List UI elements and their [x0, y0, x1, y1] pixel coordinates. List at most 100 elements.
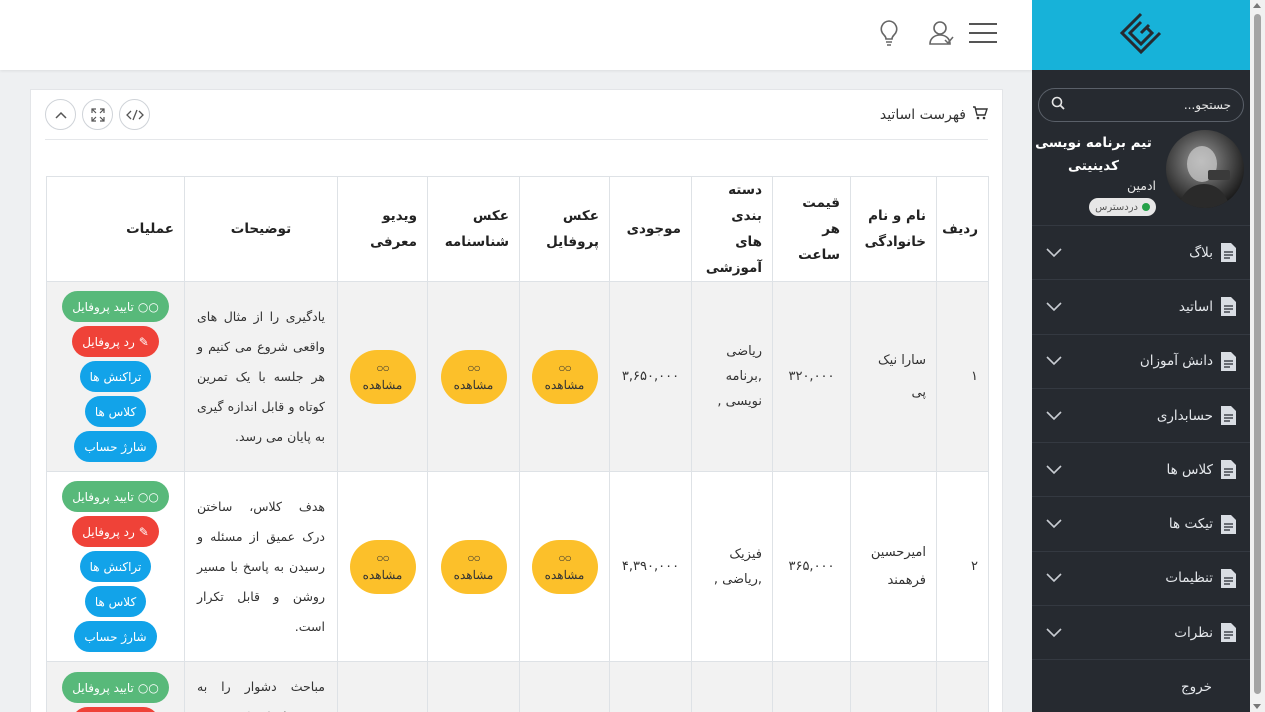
- top-bar: [0, 0, 1032, 70]
- menu-icon[interactable]: [968, 22, 998, 48]
- header-balance: موجودی: [609, 176, 692, 282]
- header-operations: عملیات: [46, 176, 185, 282]
- cell-description: هدف کلاس، ساختن درک عمیق از مسئله و رسید…: [184, 471, 338, 662]
- cell-index: ۱: [936, 281, 989, 472]
- cell-balance: [609, 661, 692, 712]
- table-row: ۱ سارا نیک پی ۳۲۰,۰۰۰ ریاضی ,برنامه نویس…: [46, 281, 989, 472]
- table-row: مباحث دشوار را به بخش های کوچک ○○تایید پ…: [46, 661, 989, 712]
- document-icon: [1221, 514, 1236, 534]
- view-profile-photo-button[interactable]: ○○ مشاهده: [531, 349, 598, 404]
- logo-icon[interactable]: [1119, 11, 1163, 59]
- sidebar-item-logout[interactable]: خروج: [1032, 659, 1250, 712]
- charge-account-button[interactable]: شارژ حساب: [74, 431, 157, 462]
- document-icon: [1221, 243, 1236, 263]
- status-text: دردسترس: [1095, 201, 1138, 213]
- transactions-button[interactable]: تراکنش ها: [79, 361, 152, 392]
- view-label: مشاهده: [453, 567, 494, 582]
- approve-profile-button[interactable]: ○○ تایید پروفایل: [62, 481, 169, 512]
- page-scrollbar[interactable]: [1250, 0, 1265, 712]
- sidebar-search: [1038, 88, 1244, 122]
- sidebar-item-settings[interactable]: تنظیمات: [1032, 550, 1250, 605]
- sidebar-item-accounting[interactable]: حسابداری: [1032, 387, 1250, 442]
- code-button[interactable]: [119, 99, 150, 130]
- card-header: فهرست اساتید: [45, 90, 988, 140]
- chevron-down-icon: [1046, 302, 1062, 312]
- sidebar-item-tickets[interactable]: تیکت ها: [1032, 496, 1250, 550]
- header-name: نام و نام خانوادگی: [850, 176, 937, 282]
- cell-index: ۲: [936, 471, 989, 662]
- header-price: قیمت هر ساعت: [772, 176, 851, 282]
- document-icon: [1221, 460, 1236, 480]
- view-label: مشاهده: [362, 377, 403, 392]
- cell-index: [936, 661, 989, 712]
- search-input[interactable]: [1065, 98, 1231, 112]
- sidebar-item-blog[interactable]: بلاگ: [1032, 225, 1250, 279]
- document-icon: [1221, 297, 1236, 317]
- online-dot-icon: [1142, 203, 1150, 211]
- scrollbar-thumb[interactable]: [1254, 14, 1261, 694]
- profile-role: ادمین: [1126, 178, 1156, 193]
- header-intro-video: ویدیو معرفی: [337, 176, 428, 282]
- reject-profile-button[interactable]: ✎رد پروفایل: [72, 516, 159, 547]
- view-id-photo-button[interactable]: ○○ مشاهده: [440, 349, 507, 404]
- classes-button[interactable]: کلاس ها: [84, 396, 147, 427]
- sidebar-item-students[interactable]: دانش آموزان: [1032, 333, 1250, 388]
- header-categories: دسته بندی های آموزشی: [691, 176, 773, 282]
- lightbulb-icon[interactable]: [879, 19, 899, 51]
- table-header-row: ردیف نام و نام خانوادگی قیمت هر ساعت دست…: [46, 176, 989, 282]
- chevron-down-icon: [1046, 410, 1062, 420]
- operations: ○○ تایید پروفایل ✎ رد پروفایل تراکنش ها کل…: [57, 291, 174, 462]
- cell-price: ۳۲۰,۰۰۰: [772, 281, 851, 472]
- reject-profile-button[interactable]: ✎رد پروفایل: [72, 326, 159, 357]
- expand-icon: [90, 107, 105, 122]
- search-icon[interactable]: [1051, 96, 1065, 114]
- glasses-icon: ○○: [558, 360, 571, 375]
- approve-profile-button[interactable]: ○○ تایید پروفایل: [62, 672, 169, 703]
- header-profile-photo: عکس پروفایل: [519, 176, 610, 282]
- approve-profile-button[interactable]: ○○ تایید پروفایل: [62, 291, 169, 322]
- chevron-down-icon: [1046, 519, 1062, 529]
- collapse-button[interactable]: [45, 99, 76, 130]
- cell-categories: فیزیک ,ریاضی ,: [691, 471, 773, 662]
- cell-description: مباحث دشوار را به بخش های کوچک: [184, 661, 338, 712]
- document-icon: [1221, 568, 1236, 588]
- user-profile: تیم برنامه نویسی کدینیتی ادمین دردسترس: [1035, 130, 1244, 216]
- glasses-icon: ○○: [137, 680, 159, 695]
- charge-account-button[interactable]: شارژ حساب: [74, 621, 157, 652]
- transactions-button[interactable]: تراکنش ها: [79, 551, 152, 582]
- glasses-icon: ○○: [137, 299, 159, 314]
- card-tools: [45, 99, 150, 130]
- avatar[interactable]: [1166, 130, 1244, 208]
- fullscreen-button[interactable]: [82, 99, 113, 130]
- cart-icon: [972, 105, 988, 125]
- view-intro-video-button[interactable]: ○○ مشاهده: [349, 349, 416, 404]
- cell-name: سارا نیک پی: [850, 281, 937, 472]
- sidebar-item-classes[interactable]: کلاس ها: [1032, 442, 1250, 496]
- cell-name: [850, 661, 937, 712]
- view-label: مشاهده: [544, 377, 585, 392]
- user-icon[interactable]: [928, 20, 954, 50]
- scroll-down-arrow-icon[interactable]: [1253, 704, 1261, 709]
- profile-name: تیم برنامه نویسی کدینیتی: [1035, 135, 1152, 174]
- header-index: ردیف: [936, 176, 989, 282]
- sidebar-item-comments[interactable]: نظرات: [1032, 605, 1250, 659]
- view-profile-photo-button[interactable]: ○○ مشاهده: [531, 539, 598, 594]
- classes-button[interactable]: کلاس ها: [84, 586, 147, 617]
- cell-balance: ۴,۳۹۰,۰۰۰: [609, 471, 692, 662]
- teachers-table: ردیف نام و نام خانوادگی قیمت هر ساعت دست…: [46, 176, 989, 712]
- chevron-down-icon: [1046, 465, 1062, 474]
- document-icon: [1221, 623, 1236, 643]
- view-id-photo-button[interactable]: ○○ مشاهده: [440, 539, 507, 594]
- card-title: فهرست اساتید: [880, 105, 988, 125]
- cell-categories: ریاضی ,برنامه نویسی ,: [691, 281, 773, 472]
- scroll-up-arrow-icon[interactable]: [1253, 3, 1261, 8]
- edit-icon: ✎: [138, 524, 149, 539]
- view-intro-video-button[interactable]: ○○ مشاهده: [349, 539, 416, 594]
- brand-header: [1032, 0, 1250, 70]
- code-icon: [125, 109, 144, 120]
- operations: ○○ تایید پروفایل ✎ رد پروفایل تراکنش ها کل…: [57, 481, 174, 652]
- glasses-icon: ○○: [137, 489, 159, 504]
- document-icon: [1221, 351, 1236, 371]
- sidebar-item-teachers[interactable]: اساتید: [1032, 279, 1250, 333]
- reject-profile-button[interactable]: ✎رد پروفایل: [72, 707, 159, 712]
